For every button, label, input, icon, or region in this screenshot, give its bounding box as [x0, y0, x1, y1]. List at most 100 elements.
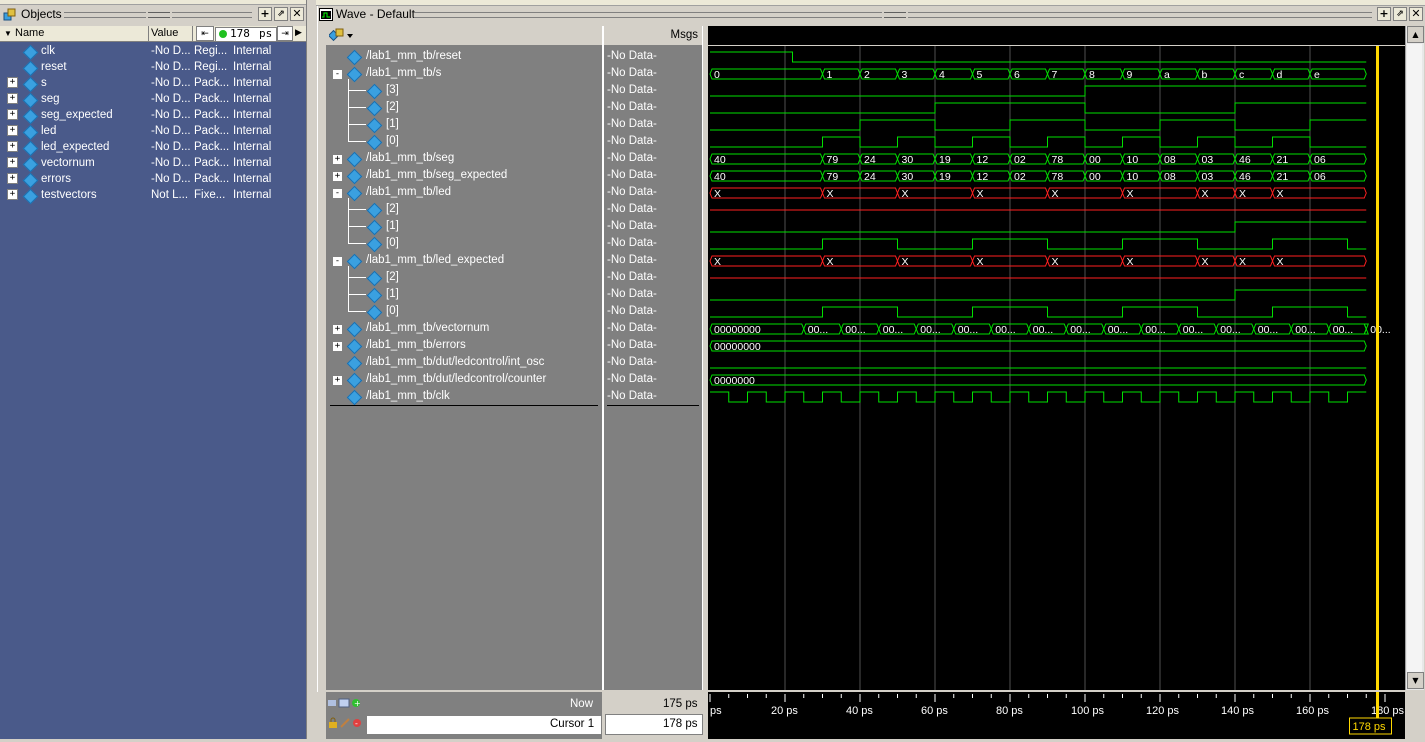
signal-icon: [22, 92, 39, 109]
scroll-track[interactable]: [1407, 44, 1422, 674]
expand-icon[interactable]: +: [332, 324, 343, 335]
signal-row[interactable]: + /lab1_mm_tb/dut/ledcontrol/counter: [328, 371, 600, 389]
object-mode: Internal: [233, 157, 272, 169]
signal-row[interactable]: [2]: [328, 201, 600, 219]
bus-value: b: [1202, 69, 1208, 81]
panel-splitter[interactable]: [306, 0, 318, 739]
objects-title: Objects: [21, 7, 62, 21]
object-row-clk[interactable]: clk -No D... Regi... Internal: [0, 44, 306, 61]
cursor-tools-icon[interactable]: +: [328, 697, 368, 712]
collapse-icon[interactable]: -: [332, 256, 343, 267]
expand-icon[interactable]: +: [7, 93, 18, 104]
signal-row[interactable]: [1]: [328, 116, 600, 134]
vertical-scrollbar[interactable]: ▲ ▼: [1405, 26, 1424, 690]
bus-value: 2: [864, 69, 870, 81]
bus-value: 00...: [845, 324, 865, 336]
object-kind: Pack...: [194, 141, 230, 153]
object-row-led_expected[interactable]: + led_expected -No D... Pack... Internal: [0, 140, 306, 157]
signal-row[interactable]: - /lab1_mm_tb/led_expected: [328, 252, 600, 270]
signal-name: [3]: [386, 84, 399, 96]
expand-icon[interactable]: +: [332, 171, 343, 182]
bus-segment: [1271, 187, 1367, 199]
object-mode: Internal: [233, 77, 272, 89]
expand-icon[interactable]: +: [332, 154, 343, 165]
object-row-led[interactable]: + led -No D... Pack... Internal: [0, 124, 306, 141]
signal-row[interactable]: [0]: [328, 133, 600, 151]
bus-segment: [709, 187, 824, 199]
sort-triangle-icon[interactable]: ▼: [4, 29, 12, 38]
close-icon[interactable]: ✕: [290, 7, 304, 21]
signal-row[interactable]: [2]: [328, 99, 600, 117]
object-row-seg_expected[interactable]: + seg_expected -No D... Pack... Internal: [0, 108, 306, 125]
bus-value: 0: [714, 69, 720, 81]
expand-icon[interactable]: +: [332, 375, 343, 386]
wave-undock-icon[interactable]: ⇗: [1393, 7, 1407, 21]
waveform-canvas[interactable]: 0 1 2 3 4 5 6 7 8 9 a b c d e40 79 24 30 19 12 02 78 00 10 08 03 4…: [708, 46, 1405, 690]
time-forward-icon[interactable]: ⇥: [277, 26, 293, 41]
signal-row[interactable]: /lab1_mm_tb/dut/ledcontrol/int_osc: [328, 354, 600, 372]
signal-row[interactable]: /lab1_mm_tb/clk: [328, 388, 600, 406]
bus-value: 00...: [995, 324, 1015, 336]
signal-row[interactable]: [1]: [328, 286, 600, 304]
signal-row[interactable]: + /lab1_mm_tb/vectornum: [328, 320, 600, 338]
signal-menu-icon[interactable]: [327, 28, 355, 45]
bus-value: d: [1277, 69, 1283, 81]
object-value: -No D...: [151, 45, 191, 57]
signal-row[interactable]: + /lab1_mm_tb/seg_expected: [328, 167, 600, 185]
signal-name: /lab1_mm_tb/led_expected: [366, 254, 505, 266]
wave-close-icon[interactable]: ✕: [1409, 7, 1423, 21]
dock-icon[interactable]: +: [258, 7, 272, 21]
timeline-ruler[interactable]: ps 20 ps 40 ps 60 ps 80 ps 100 ps 120 ps 140 ps…: [708, 692, 1405, 739]
object-row-vectornum[interactable]: + vectornum -No D... Pack... Internal: [0, 156, 306, 173]
wave-dock-icon[interactable]: +: [1377, 7, 1391, 21]
col-value[interactable]: Value: [151, 27, 178, 39]
expand-icon[interactable]: +: [7, 157, 18, 168]
object-row-testvectors[interactable]: + testvectors Not L... Fixe... Internal: [0, 188, 306, 205]
bus-value: 10: [1127, 171, 1139, 183]
drag-grip-2[interactable]: [172, 12, 252, 18]
object-row-s[interactable]: + s -No D... Pack... Internal: [0, 76, 306, 93]
signal-row[interactable]: [2]: [328, 269, 600, 287]
collapse-icon[interactable]: -: [332, 69, 343, 80]
object-row-errors[interactable]: + errors -No D... Pack... Internal: [0, 172, 306, 189]
object-row-seg[interactable]: + seg -No D... Pack... Internal: [0, 92, 306, 109]
wave-drag-grip[interactable]: [414, 12, 882, 18]
cursor-lock-icon[interactable]: -: [328, 717, 368, 732]
scroll-down-icon[interactable]: ▼: [1407, 672, 1424, 689]
wave-drag-grip-2[interactable]: [908, 12, 1372, 18]
expand-icon[interactable]: +: [7, 141, 18, 152]
signal-row[interactable]: + /lab1_mm_tb/errors: [328, 337, 600, 355]
undock-icon[interactable]: ⇗: [274, 7, 288, 21]
signal-row[interactable]: - /lab1_mm_tb/led: [328, 184, 600, 202]
expand-icon[interactable]: +: [7, 189, 18, 200]
signal-row[interactable]: [3]: [328, 82, 600, 100]
object-row-reset[interactable]: reset -No D... Regi... Internal: [0, 60, 306, 77]
expand-icon[interactable]: +: [7, 173, 18, 184]
expand-icon[interactable]: +: [7, 109, 18, 120]
collapse-icon[interactable]: -: [332, 188, 343, 199]
signal-icon: [366, 202, 383, 219]
signal-msg: -No Data-: [607, 118, 657, 130]
signal-icon: [346, 321, 363, 338]
col-name[interactable]: Name: [15, 27, 44, 39]
signal-row[interactable]: /lab1_mm_tb/reset: [328, 48, 600, 66]
drag-grip[interactable]: [64, 12, 146, 18]
expand-icon[interactable]: +: [7, 125, 18, 136]
signal-msg: -No Data-: [607, 135, 657, 147]
bus-value: X: [902, 256, 909, 268]
scroll-right-icon[interactable]: ▶: [295, 27, 302, 38]
signal-row[interactable]: - /lab1_mm_tb/s: [328, 65, 600, 83]
bus-value: X: [714, 188, 721, 200]
scroll-up-icon[interactable]: ▲: [1407, 26, 1424, 43]
object-name: led_expected: [41, 141, 110, 153]
wave-drag-handle[interactable]: [884, 12, 906, 18]
expand-icon[interactable]: +: [7, 77, 18, 88]
expand-icon[interactable]: +: [332, 341, 343, 352]
signal-icon: [366, 304, 383, 321]
signal-row[interactable]: [0]: [328, 303, 600, 321]
signal-row[interactable]: [1]: [328, 218, 600, 236]
drag-handle[interactable]: [148, 12, 170, 18]
time-back-icon[interactable]: ⇤: [196, 26, 214, 41]
signal-row[interactable]: [0]: [328, 235, 600, 253]
signal-row[interactable]: + /lab1_mm_tb/seg: [328, 150, 600, 168]
